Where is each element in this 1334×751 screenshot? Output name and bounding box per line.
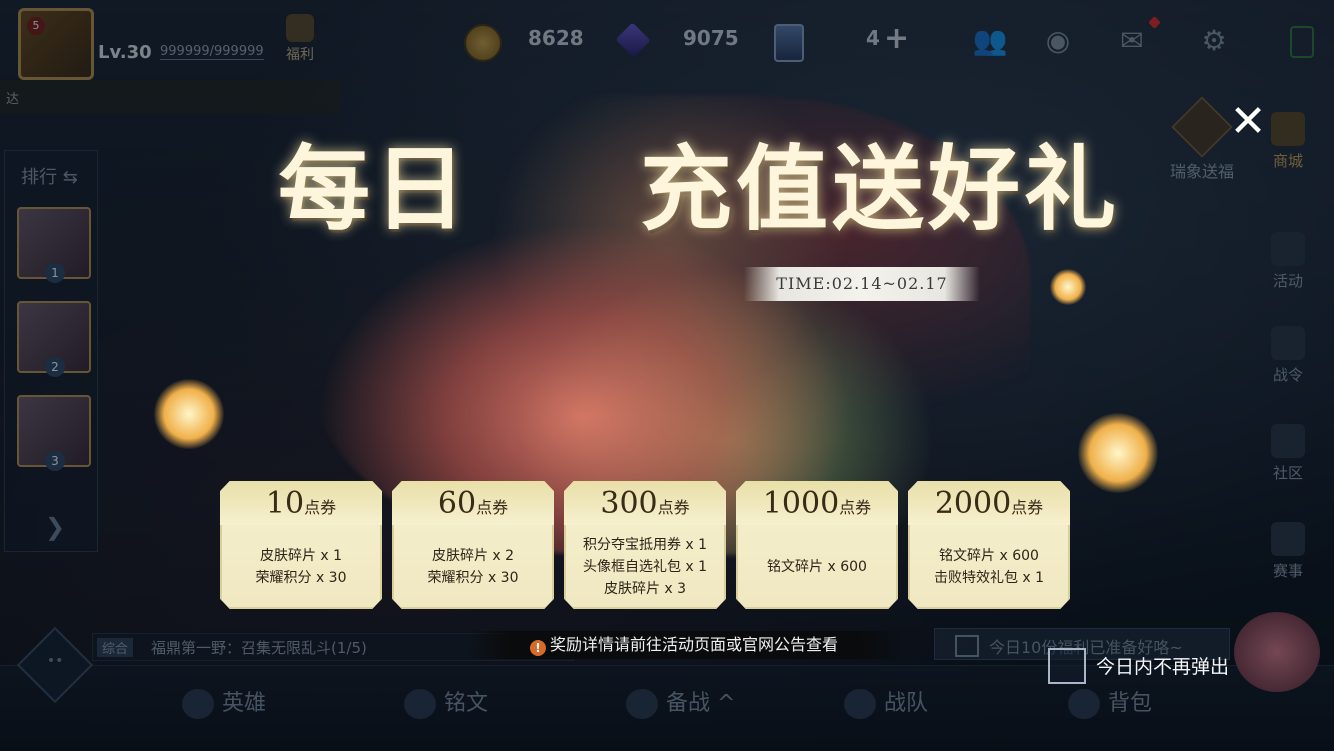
tip-text: 奖励详情请前往活动页面或官网公告查看 xyxy=(549,635,838,654)
reward-card[interactable]: 1000点券 铭文碎片 x 600 xyxy=(736,481,898,609)
lantern-decoration xyxy=(1078,413,1158,493)
reward-line: 积分夺宝抵用券 x 1 xyxy=(582,537,708,553)
close-icon[interactable]: ✕ xyxy=(1226,100,1270,144)
reward-line: 皮肤碎片 x 3 xyxy=(603,581,687,597)
card-rewards: 积分夺宝抵用券 x 1 头像框自选礼包 x 1 皮肤碎片 x 3 xyxy=(564,533,726,601)
card-rewards: 皮肤碎片 x 2 荣耀积分 x 30 xyxy=(392,533,554,601)
reward-card[interactable]: 2000点券 铭文碎片 x 600 击败特效礼包 x 1 xyxy=(908,481,1070,609)
daily-recharge-popup: 每日 充值送好礼 TIME:02.14~02.17 10点券 皮肤碎片 x 1 … xyxy=(150,55,1190,665)
reward-line: 击败特效礼包 x 1 xyxy=(933,570,1045,586)
card-header: 300点券 xyxy=(564,481,726,525)
reward-line: 铭文碎片 x 600 xyxy=(939,548,1039,564)
popup-title-right: 充值送好礼 xyxy=(640,135,1121,243)
card-rewards: 铭文碎片 x 600 击败特效礼包 x 1 xyxy=(908,533,1070,601)
reward-line: 头像框自选礼包 x 1 xyxy=(582,559,708,575)
dont-show-label: 今日内不再弹出 xyxy=(1096,656,1230,678)
reward-line: 荣耀积分 x 30 xyxy=(255,570,347,586)
card-header: 1000点券 xyxy=(736,481,898,525)
info-icon: ! xyxy=(529,640,546,656)
event-time-ribbon: TIME:02.14~02.17 xyxy=(744,267,980,301)
popup-title-left: 每日 xyxy=(278,135,471,243)
card-unit: 点券 xyxy=(839,498,872,517)
reward-card[interactable]: 60点券 皮肤碎片 x 2 荣耀积分 x 30 xyxy=(392,481,554,609)
card-amount: 2000 xyxy=(934,486,1012,521)
card-header: 60点券 xyxy=(392,481,554,525)
card-header: 2000点券 xyxy=(908,481,1070,525)
card-header: 10点券 xyxy=(220,481,382,525)
card-amount: 60 xyxy=(437,486,477,521)
card-rewards: 铭文碎片 x 600 xyxy=(736,533,898,601)
card-amount: 10 xyxy=(265,486,305,521)
reward-card[interactable]: 10点券 皮肤碎片 x 1 荣耀积分 x 30 xyxy=(220,481,382,609)
card-unit: 点券 xyxy=(657,498,690,517)
reward-info-tip: ! 奖励详情请前往活动页面或官网公告查看 xyxy=(466,631,902,659)
card-unit: 点券 xyxy=(476,498,509,517)
card-amount: 300 xyxy=(600,486,658,521)
reward-line: 铭文碎片 x 600 xyxy=(767,559,867,575)
reward-line: 荣耀积分 x 30 xyxy=(427,570,519,586)
card-unit: 点券 xyxy=(1011,498,1044,517)
reward-line: 皮肤碎片 x 1 xyxy=(259,548,343,564)
lantern-decoration xyxy=(1050,269,1086,305)
card-amount: 1000 xyxy=(762,486,840,521)
reward-line: 皮肤碎片 x 2 xyxy=(431,548,515,564)
card-unit: 点券 xyxy=(304,498,337,517)
lantern-decoration xyxy=(154,379,224,449)
card-rewards: 皮肤碎片 x 1 荣耀积分 x 30 xyxy=(220,533,382,601)
dont-show-checkbox[interactable] xyxy=(1048,648,1086,684)
reward-cards: 10点券 皮肤碎片 x 1 荣耀积分 x 30 60点券 皮肤碎片 x 2 荣耀… xyxy=(220,481,1080,613)
reward-card[interactable]: 300点券 积分夺宝抵用券 x 1 头像框自选礼包 x 1 皮肤碎片 x 3 xyxy=(564,481,726,609)
